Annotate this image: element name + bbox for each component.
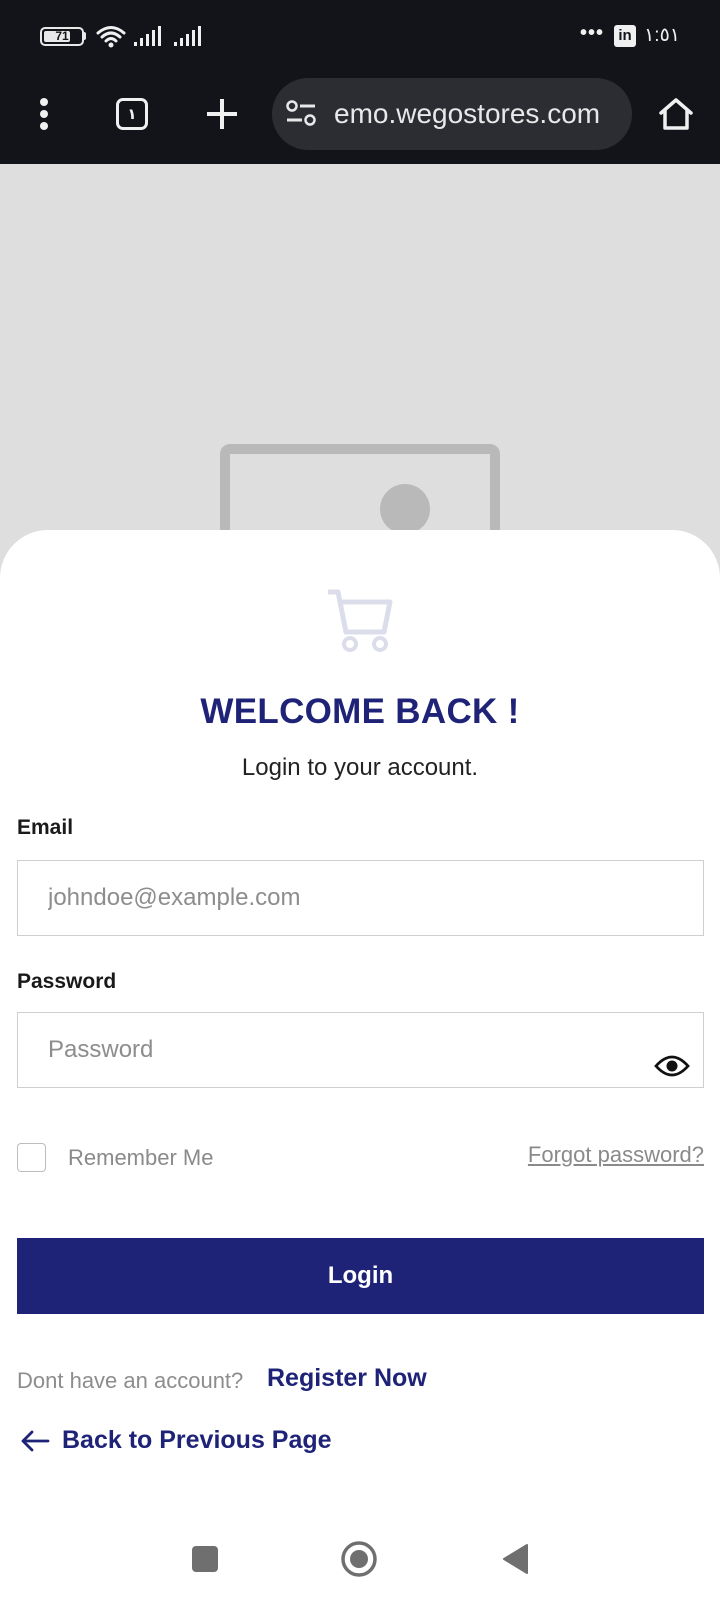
battery-icon: 71: [40, 27, 84, 46]
home-button[interactable]: [334, 1534, 384, 1584]
email-field[interactable]: [17, 860, 704, 936]
show-password-icon[interactable]: [654, 1054, 690, 1078]
password-label: Password: [17, 970, 117, 993]
recents-button[interactable]: [180, 1534, 230, 1584]
arrow-left-icon: [21, 1430, 50, 1451]
battery-nub: [83, 32, 86, 40]
recents-icon: [192, 1546, 218, 1572]
register-link[interactable]: Register Now: [267, 1364, 427, 1393]
remember-me-checkbox[interactable]: [17, 1143, 46, 1172]
back-button[interactable]: [490, 1534, 540, 1584]
home-icon[interactable]: [648, 86, 704, 142]
linkedin-icon: in: [614, 25, 636, 47]
tab-count: ١: [127, 106, 137, 123]
status-overflow-icon: •••: [580, 22, 605, 44]
login-button[interactable]: Login: [17, 1238, 704, 1314]
back-link-label: Back to Previous Page: [62, 1426, 332, 1454]
tabs-button[interactable]: ١: [104, 86, 160, 142]
status-bar: 71 ••• in ١:٥١: [0, 0, 720, 72]
page-title: WELCOME BACK !: [200, 692, 520, 731]
forgot-password-link[interactable]: Forgot password?: [528, 1142, 704, 1168]
back-link[interactable]: Back to Previous Page: [20, 1426, 332, 1455]
placeholder-sun: [380, 484, 430, 534]
status-time: ١:٥١: [644, 25, 680, 46]
browser-toolbar: ١ emo.wegostores.com: [0, 72, 720, 164]
remember-me-label[interactable]: Remember Me: [68, 1145, 213, 1171]
cart-logo-icon: [328, 589, 393, 652]
email-label: Email: [17, 816, 74, 839]
site-settings-icon[interactable]: [286, 100, 316, 128]
tabs-icon: ١: [116, 98, 148, 130]
page-subtitle: Login to your account.: [241, 754, 479, 781]
wifi-icon: [96, 26, 126, 48]
system-nav-bar: [0, 1520, 720, 1600]
login-sheet: WELCOME BACK ! Login to your account. Em…: [0, 530, 720, 1600]
more-vert-icon[interactable]: [16, 86, 72, 142]
url-text: emo.wegostores.com: [334, 98, 601, 129]
hero-image-placeholder: [0, 164, 720, 644]
password-field[interactable]: [17, 1012, 704, 1088]
signal-icon-2: [174, 26, 201, 46]
no-account-text: Dont have an account?: [17, 1368, 244, 1393]
new-tab-icon[interactable]: [194, 86, 250, 142]
battery-level: 71: [55, 29, 69, 43]
url-bar[interactable]: emo.wegostores.com: [272, 78, 632, 150]
home-circle-icon: [341, 1541, 377, 1577]
back-triangle-icon: [503, 1544, 528, 1574]
signal-icon-1: [134, 26, 161, 46]
